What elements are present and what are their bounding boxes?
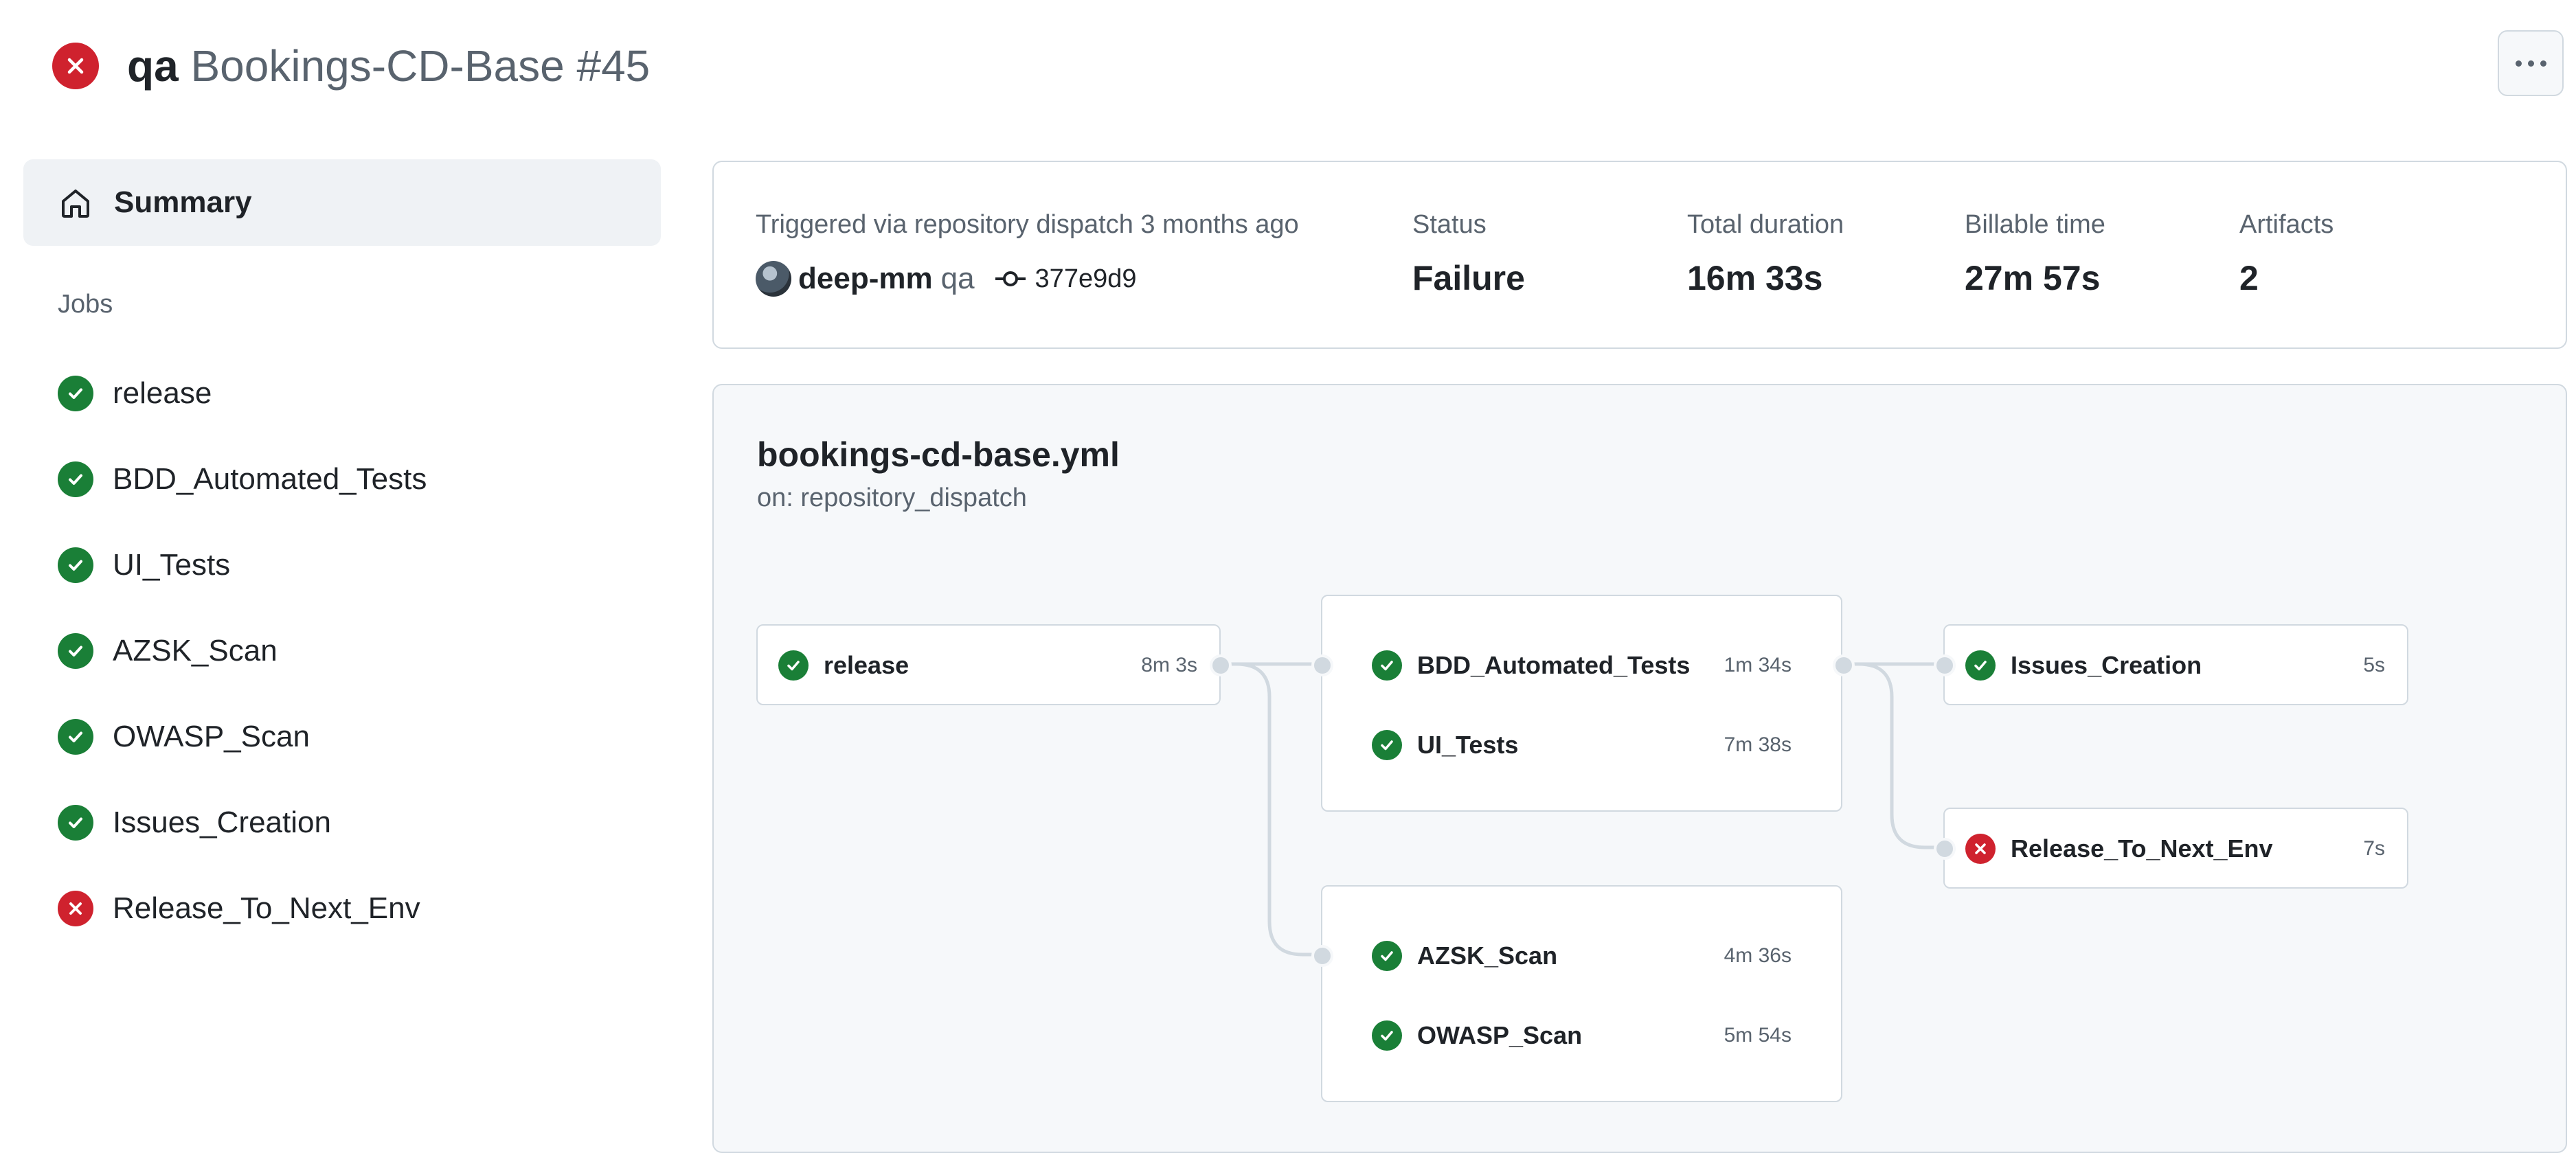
graph-node-ui-tests[interactable]: UI_Tests 7m 38s	[1372, 724, 1792, 766]
graph-connectors	[1219, 662, 1943, 957]
job-name: release	[824, 651, 909, 679]
job-duration: 7m 38s	[1724, 733, 1792, 756]
check-circle-icon	[1372, 730, 1402, 760]
connector-dot	[1311, 945, 1333, 967]
graph-node-owasp-scan[interactable]: OWASP_Scan 5m 54s	[1372, 1015, 1792, 1056]
job-duration: 7s	[2363, 837, 2385, 860]
graph-node-bdd-automated-tests[interactable]: BDD_Automated_Tests 1m 34s	[1372, 645, 1792, 686]
job-name: Issues_Creation	[2011, 651, 2202, 679]
job-duration: 5s	[2363, 654, 2385, 676]
check-circle-icon	[1372, 1020, 1402, 1051]
job-duration: 1m 34s	[1724, 654, 1792, 676]
check-circle-icon	[1372, 941, 1402, 971]
check-circle-icon	[778, 650, 809, 681]
connector-dot	[1934, 654, 1956, 676]
connector-dot	[1311, 654, 1333, 676]
check-circle-icon	[1965, 650, 1996, 681]
check-circle-icon	[1372, 650, 1402, 681]
job-duration: 8m 3s	[1141, 654, 1197, 676]
graph-node-issues-creation[interactable]: Issues_Creation 5s	[1943, 624, 2408, 705]
graph-node-group-tests: BDD_Automated_Tests 1m 34s UI_Tests 7m 3…	[1321, 595, 1842, 812]
job-duration: 5m 54s	[1724, 1024, 1792, 1047]
job-name: UI_Tests	[1417, 731, 1519, 759]
job-duration: 4m 36s	[1724, 944, 1792, 967]
connector-dot	[1210, 654, 1232, 676]
job-name: Release_To_Next_Env	[2011, 834, 2273, 863]
graph-node-azsk-scan[interactable]: AZSK_Scan 4m 36s	[1372, 935, 1792, 977]
job-name: AZSK_Scan	[1417, 941, 1558, 970]
connector-dot	[1934, 838, 1956, 860]
graph-node-group-scans: AZSK_Scan 4m 36s OWASP_Scan 5m 54s	[1321, 885, 1842, 1102]
connector-dot	[1833, 654, 1855, 676]
job-name: BDD_Automated_Tests	[1417, 651, 1691, 679]
graph-node-release[interactable]: release 8m 3s	[756, 624, 1221, 705]
x-circle-icon	[1965, 834, 1996, 864]
graph-node-release-to-next-env[interactable]: Release_To_Next_Env 7s	[1943, 808, 2408, 889]
job-name: OWASP_Scan	[1417, 1021, 1583, 1049]
